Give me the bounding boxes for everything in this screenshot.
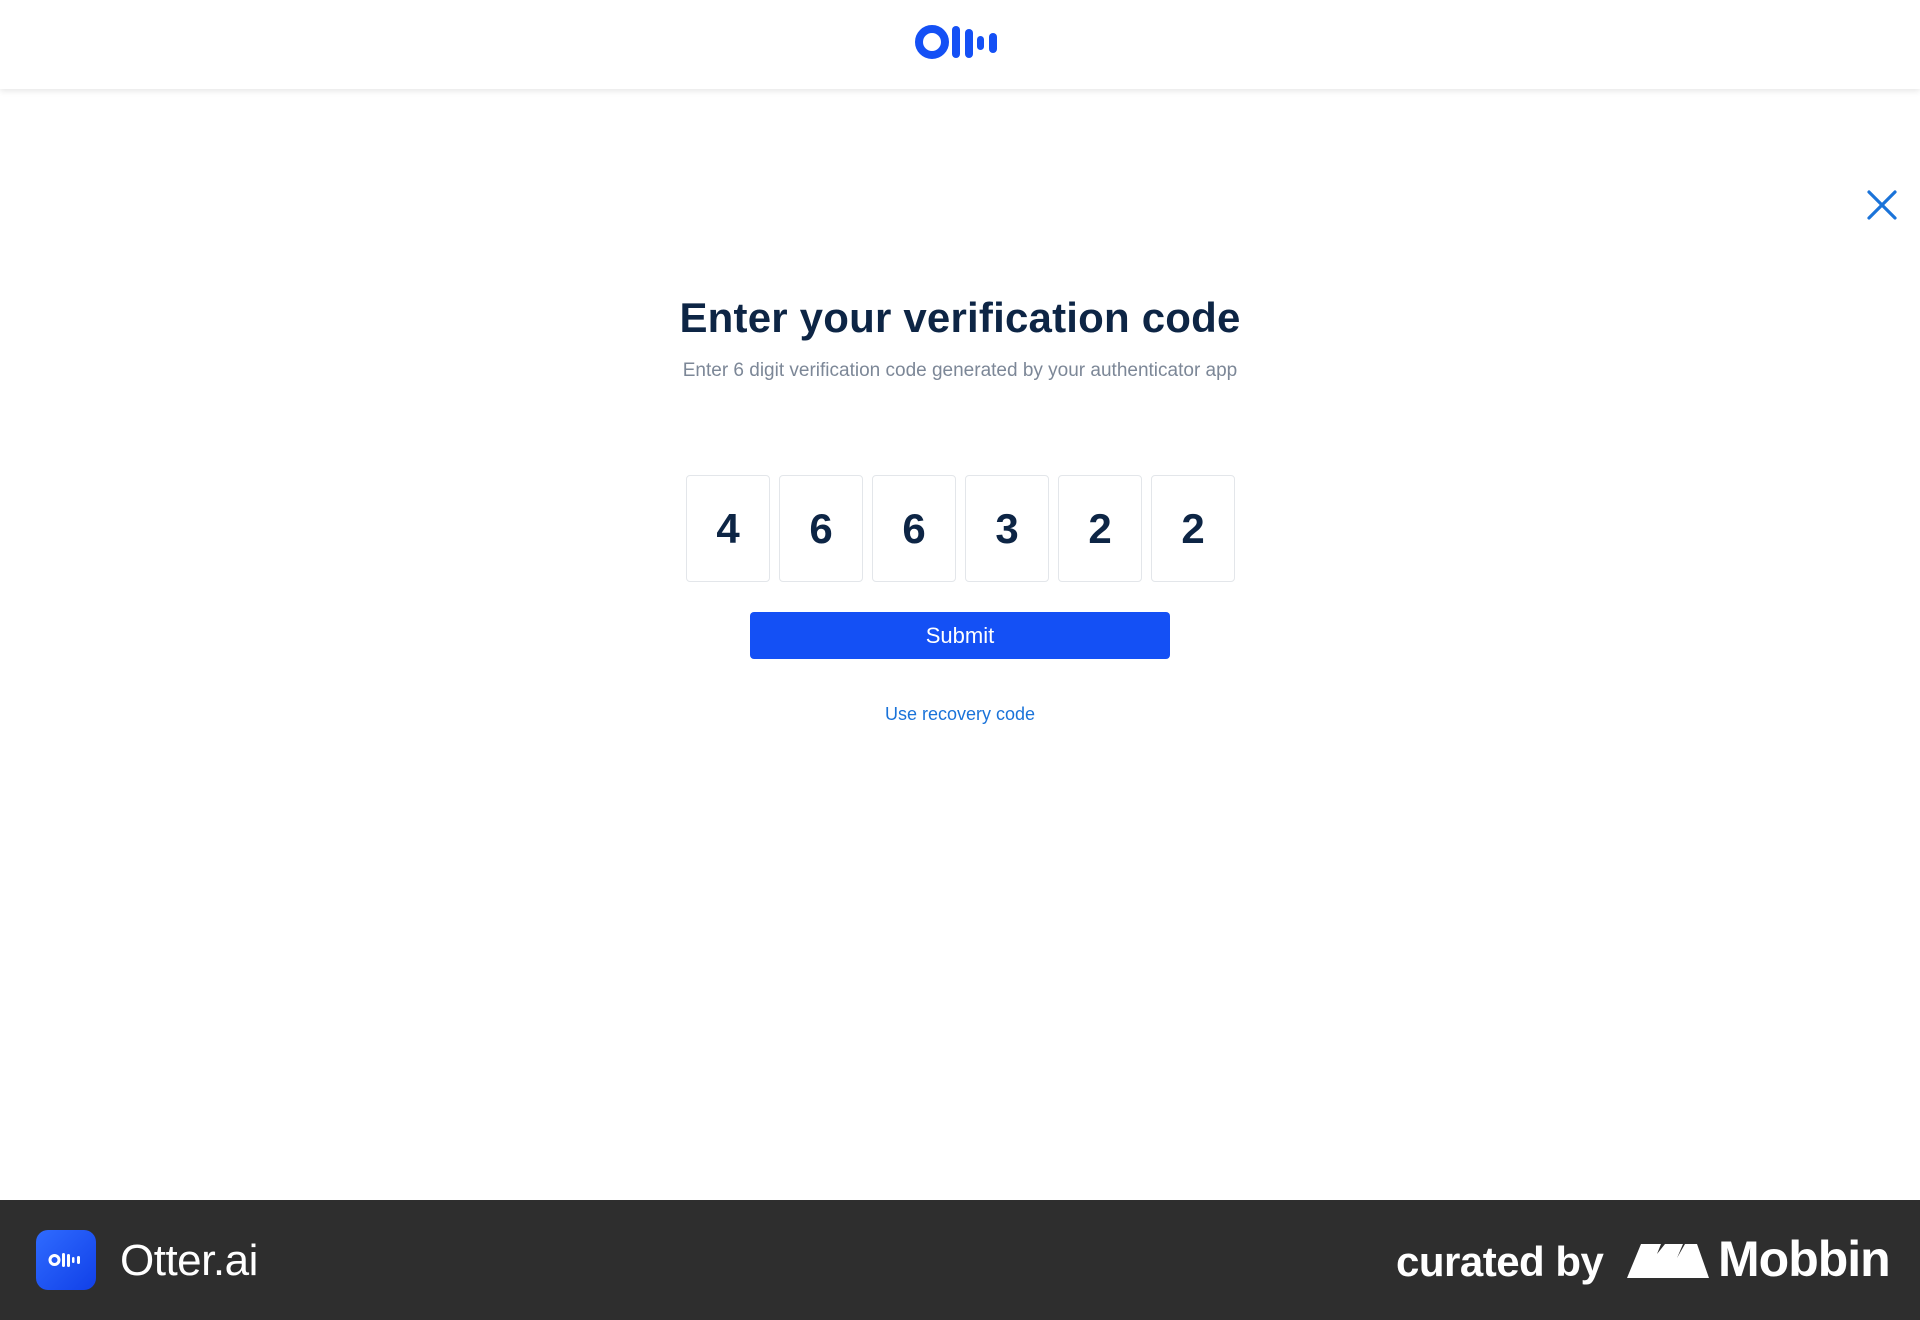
close-icon[interactable] bbox=[1862, 185, 1902, 225]
curated-by-label: curated by bbox=[1396, 1238, 1604, 1285]
code-digit-2[interactable]: 6 bbox=[779, 475, 863, 582]
submit-button[interactable]: Submit bbox=[750, 612, 1170, 659]
top-bar bbox=[0, 0, 1920, 89]
code-digit-6[interactable]: 2 bbox=[1151, 475, 1235, 582]
otter-app-icon bbox=[36, 1230, 96, 1290]
app-name: Otter.ai bbox=[120, 1236, 258, 1285]
mobbin-logo-icon bbox=[1627, 1244, 1709, 1278]
code-digit-3[interactable]: 6 bbox=[872, 475, 956, 582]
mobbin-name: Mobbin bbox=[1718, 1231, 1891, 1287]
code-digit-5[interactable]: 2 bbox=[1058, 475, 1142, 582]
verification-code-inputs: 4 6 6 3 2 2 bbox=[686, 475, 1235, 582]
code-digit-1[interactable]: 4 bbox=[686, 475, 770, 582]
code-digit-4[interactable]: 3 bbox=[965, 475, 1049, 582]
page-subtitle: Enter 6 digit verification code generate… bbox=[682, 360, 1238, 381]
page-title: Enter your verification code bbox=[679, 294, 1241, 341]
use-recovery-code-link[interactable]: Use recovery code bbox=[0, 704, 1920, 725]
otter-logo-icon[interactable] bbox=[915, 24, 1005, 60]
footer-bar: Otter.ai curated by Mobbin bbox=[0, 1200, 1920, 1320]
